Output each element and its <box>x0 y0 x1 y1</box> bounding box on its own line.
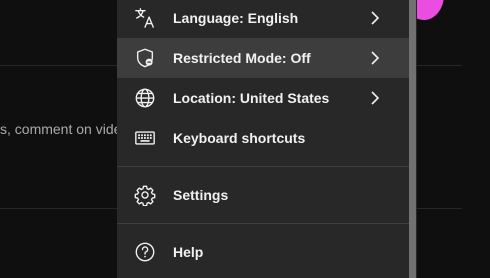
menu-item-settings[interactable]: Settings <box>117 175 409 215</box>
menu-item-label: Restricted Mode: Off <box>173 50 311 66</box>
chevron-right-icon <box>367 50 383 66</box>
menu-divider <box>117 223 409 224</box>
menu-item-keyboard-shortcuts[interactable]: Keyboard shortcuts <box>117 118 409 158</box>
menu-item-label: Language: English <box>173 10 299 26</box>
background-partial-text: s, comment on vide <box>0 121 117 137</box>
menu-item-label: Location: United States <box>173 90 330 106</box>
chevron-right-icon <box>367 90 383 106</box>
globe-icon <box>133 86 157 110</box>
menu-item-location[interactable]: Location: United States <box>117 78 409 118</box>
translate-icon <box>133 6 157 30</box>
menu-divider <box>117 166 409 167</box>
menu-item-restricted-mode[interactable]: Restricted Mode: Off <box>117 38 409 78</box>
menu-scrollbar[interactable] <box>409 0 416 278</box>
menu-item-language[interactable]: Language: English <box>117 0 409 38</box>
chevron-right-icon <box>367 10 383 26</box>
keyboard-icon <box>133 126 157 150</box>
help-icon <box>133 240 157 264</box>
gear-icon <box>133 183 157 207</box>
restricted-mode-shield-icon <box>133 46 157 70</box>
menu-item-label: Keyboard shortcuts <box>173 130 306 146</box>
menu-item-label: Help <box>173 244 204 260</box>
menu-item-help[interactable]: Help <box>117 232 409 272</box>
settings-dropdown-menu: Language: English Restricted Mode: Off L… <box>117 0 417 278</box>
menu-item-label: Settings <box>173 187 229 203</box>
